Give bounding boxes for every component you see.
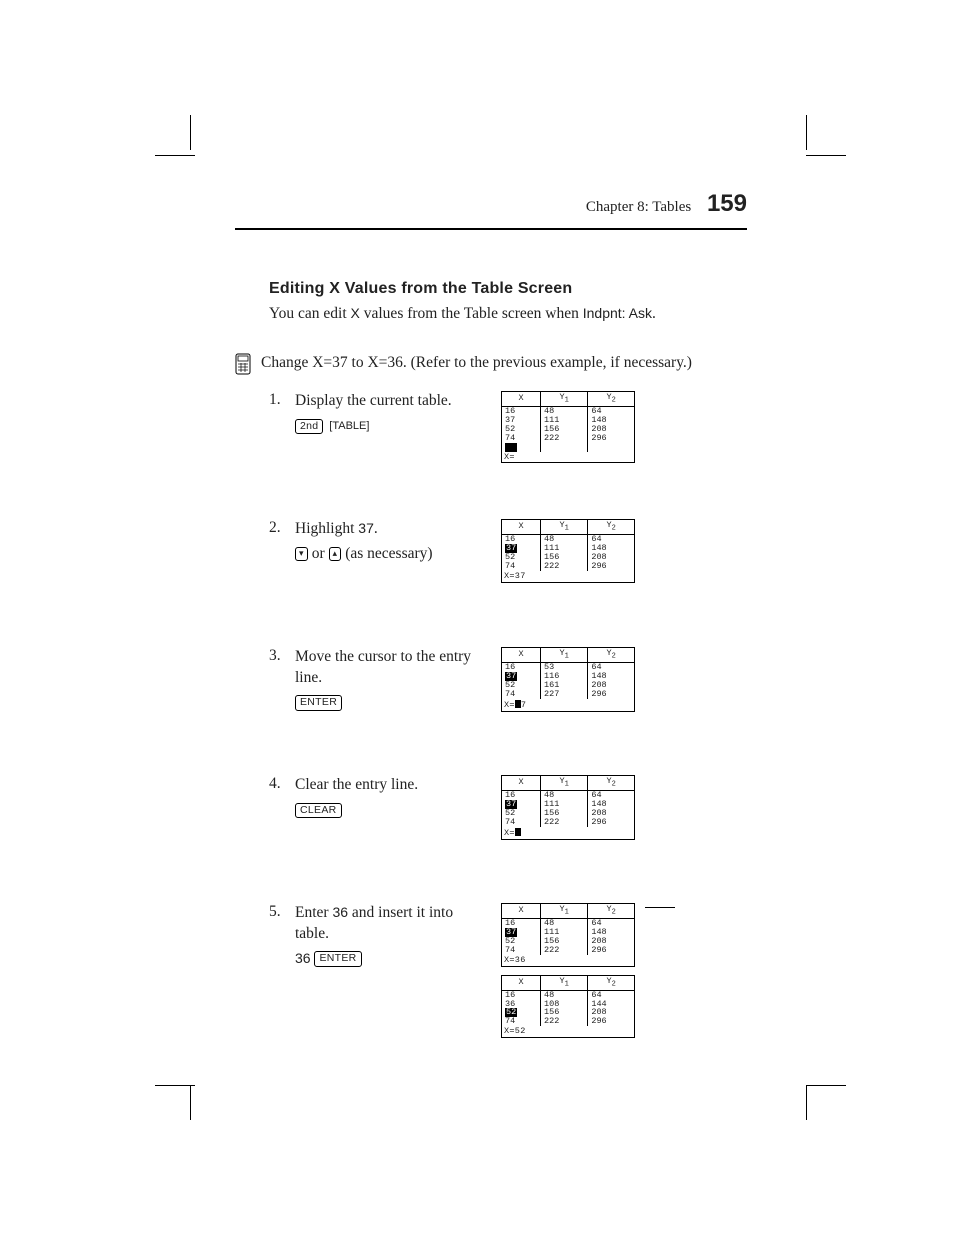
arrow-key: ▾ (295, 547, 308, 561)
step-number: 3. (269, 647, 295, 665)
calc-screen: XY1Y216 37 52 74 48 111 156 222 64 148 2… (501, 775, 635, 840)
example-instruction: Change X=37 to X=36. (Refer to the previ… (261, 353, 692, 374)
calc-screen: XY1Y216 37 52 74 48 111 156 222 64 148 2… (501, 519, 635, 583)
result-indicator-line (645, 907, 675, 908)
page-header: Chapter 8: Tables 159 (235, 190, 747, 230)
key-enter: ENTER (295, 695, 342, 711)
step-item: 3.Move the cursor to the entry line.ENTE… (269, 647, 747, 737)
step-body: Clear the entry line.CLEAR (295, 775, 483, 821)
calc-screen: XY1Y216 37 52 74 48 111 156 222 64 148 2… (501, 391, 635, 464)
step-number: 4. (269, 775, 295, 793)
page-number: 159 (707, 190, 747, 217)
arrow-key: ▴ (329, 547, 342, 561)
step-number: 2. (269, 519, 295, 537)
step-item: 2.Highlight 37.▾ or ▴ (as necessary) XY1Y… (269, 519, 747, 609)
step-number: 5. (269, 903, 295, 921)
step-body: Move the cursor to the entry line.ENTER (295, 647, 483, 714)
key-enter: ENTER (314, 951, 361, 967)
step-body: Highlight 37.▾ or ▴ (as necessary) (295, 519, 483, 565)
calc-screen: XY1Y216 37 52 74 53 116 161 227 64 148 2… (501, 647, 635, 712)
key-bracket: [TABLE] (327, 418, 371, 435)
calc-screen: XY1Y216 36 52 74 48 108 156 222 64 144 2… (501, 975, 635, 1039)
step-item: 4.Clear the entry line.CLEAR XY1Y216 37 … (269, 775, 747, 865)
step-item: 5.Enter 36 and insert it into table.36 E… (269, 903, 747, 1046)
key-2nd: 2nd (295, 419, 323, 435)
step-number: 1. (269, 391, 295, 409)
chapter-label: Chapter 8: Tables (586, 199, 691, 215)
step-body: Enter 36 and insert it into table.36 ENT… (295, 903, 483, 970)
section-title: Editing X Values from the Table Screen (235, 280, 747, 298)
intro-text: You can edit X values from the Table scr… (235, 304, 747, 325)
calc-screen: XY1Y216 37 52 74 48 111 156 222 64 148 2… (501, 903, 635, 967)
step-item: 1.Display the current table.2nd [TABLE] X… (269, 391, 747, 481)
calculator-icon (235, 353, 251, 375)
step-body: Display the current table.2nd [TABLE] (295, 391, 483, 437)
key-clear: CLEAR (295, 803, 342, 819)
